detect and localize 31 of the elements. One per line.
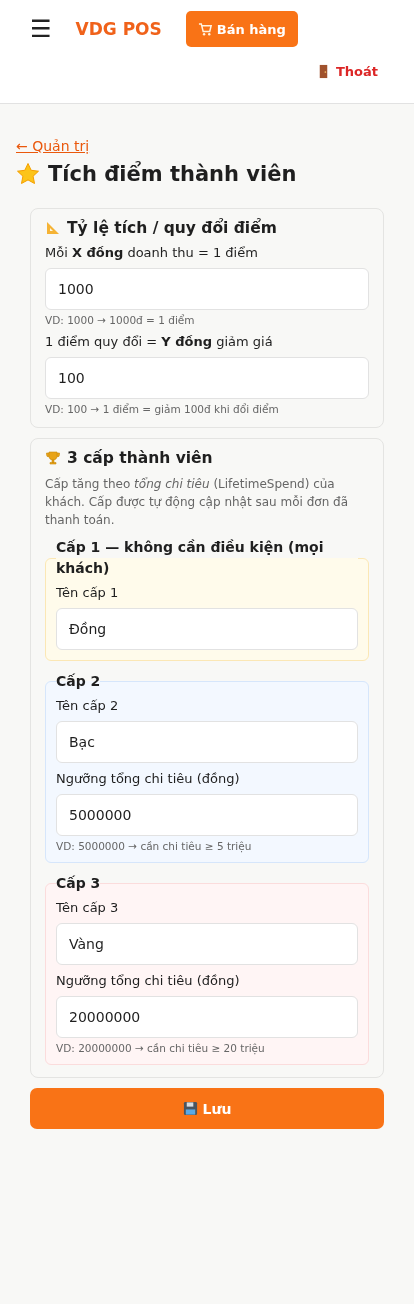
input-field[interactable]: 20000000 [56, 996, 358, 1038]
triangle-ruler-icon [45, 220, 61, 236]
input-field[interactable]: 1000 [45, 268, 369, 310]
page-title: Tích điểm thành viên [48, 162, 297, 186]
card-title: 3 cấp thành viên [67, 449, 213, 467]
input-field[interactable]: 5000000 [56, 794, 358, 836]
field-label: Tên cấp 3 [56, 900, 120, 915]
input-field[interactable]: Đồng [56, 608, 358, 650]
tier-legend: Cấp 2 [56, 671, 101, 692]
field-label: Ngưỡng tổng chi tiêu (đồng) [56, 771, 241, 786]
input-field[interactable]: Bạc [56, 721, 358, 763]
input-field[interactable]: Vàng [56, 923, 358, 965]
field-label: Tên cấp 2 [56, 698, 120, 713]
cart-icon [197, 21, 213, 37]
menu-icon[interactable]: ☰ [30, 17, 52, 41]
hint-text: VD: 5000000 → cần chi tiêu ≥ 5 triệu [56, 840, 253, 852]
hint-text: VD: 1000 → 1000đ = 1 điểm [45, 314, 196, 326]
description-text: Cấp tăng theo tổng chi tiêu (LifetimeSpend) của khách. Cấp được tự động cập nhật sau mỗi đơn đã thanh toán. [45, 476, 350, 529]
card-title: Tỷ lệ tích / quy đổi điểm [67, 219, 277, 237]
star-icon [16, 162, 40, 186]
field-label: Ngưỡng tổng chi tiêu (đồng) [56, 973, 241, 988]
input-field[interactable]: 100 [45, 357, 369, 399]
hint-text: VD: 20000000 → cần chi tiêu ≥ 20 triệu [56, 1042, 266, 1054]
tier-legend: Cấp 3 [56, 873, 101, 894]
hint-text: VD: 100 → 1 điểm = giảm 100đ khi đổi điểm [45, 403, 280, 415]
trophy-icon [45, 450, 61, 466]
field-label: 1 điểm quy đổi = Y đồng giảm giá [45, 334, 274, 349]
field-label: Tên cấp 1 [56, 585, 120, 600]
tier-legend: Cấp 1 — không cần điều kiện (mọi khách) [56, 537, 358, 579]
field-label: Mỗi X đồng doanh thu = 1 điểm [45, 245, 259, 260]
logout-link[interactable]: Thoát [315, 64, 378, 79]
